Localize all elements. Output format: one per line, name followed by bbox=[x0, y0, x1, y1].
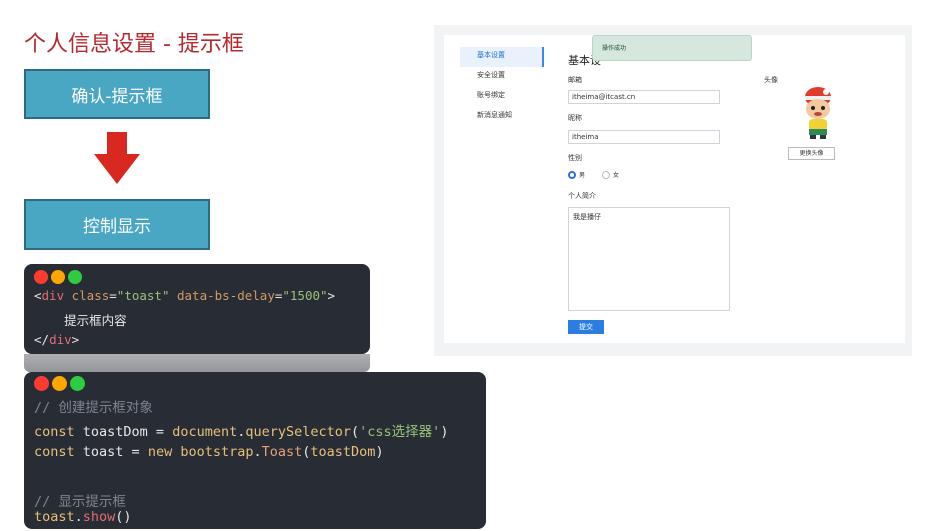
flow-step-confirm-toast-label: 确认-提示框 bbox=[71, 86, 163, 107]
code-token: toast bbox=[34, 509, 75, 525]
js-code-block: // 创建提示框对象 const toastDom = document.que… bbox=[24, 372, 486, 529]
code-comment: // 创建提示框对象 bbox=[34, 400, 153, 416]
nickname-field[interactable]: itheima bbox=[568, 130, 720, 144]
code-token: ) bbox=[440, 424, 449, 440]
close-dot-icon bbox=[34, 270, 48, 284]
slide-title: 个人信息设置 - 提示框 bbox=[24, 32, 244, 57]
code-token: data-bs-delay bbox=[169, 288, 275, 303]
nickname-label: 昵称 bbox=[568, 114, 582, 122]
code-token: Toast bbox=[261, 444, 303, 460]
code-token: . bbox=[74, 509, 83, 525]
code-line-1: <div class="toast" data-bs-delay="1500"> bbox=[34, 288, 335, 303]
code-token: class bbox=[64, 288, 110, 303]
code-token: > bbox=[71, 332, 80, 347]
settings-page-screenshot: 基本设置 安全设置 账号绑定 新消息通知 基本设 操作成功 邮箱 itheima… bbox=[434, 25, 912, 356]
code-token: const bbox=[34, 444, 75, 460]
maximize-dot-icon bbox=[68, 270, 82, 284]
gender-female-label: 女 bbox=[613, 172, 620, 179]
minimize-dot-icon bbox=[51, 270, 65, 284]
avatar-mascot-icon bbox=[805, 87, 831, 139]
maximize-dot-icon bbox=[70, 376, 85, 391]
code-token: ) bbox=[375, 444, 384, 460]
code-token: > bbox=[327, 288, 336, 303]
flow-step-confirm-toast: 确认-提示框 bbox=[24, 69, 210, 119]
code-token: document bbox=[172, 424, 238, 440]
code-comment: // 显示提示框 bbox=[34, 494, 126, 510]
code-line-create-dom: const toastDom = document.querySelector(… bbox=[34, 420, 448, 440]
settings-panel: 基本设置 安全设置 账号绑定 新消息通知 基本设 操作成功 邮箱 itheima… bbox=[444, 35, 905, 343]
flow-step-control-display: 控制显示 bbox=[24, 199, 210, 250]
window-controls bbox=[34, 376, 85, 391]
avatar-label: 头像 bbox=[764, 76, 778, 84]
down-arrow-icon bbox=[94, 132, 140, 184]
code-token: = bbox=[109, 288, 117, 303]
code-token: () bbox=[115, 509, 132, 525]
close-dot-icon bbox=[34, 376, 49, 391]
code-token: div bbox=[41, 288, 65, 303]
code-line-3: </div> bbox=[34, 332, 79, 347]
code-token: . bbox=[253, 444, 262, 460]
code-token: "toast" bbox=[116, 288, 170, 303]
flow-step-control-display-label: 控制显示 bbox=[83, 217, 151, 237]
email-label: 邮箱 bbox=[568, 76, 582, 84]
code-token: const bbox=[34, 424, 75, 440]
success-toast: 操作成功 bbox=[592, 35, 752, 61]
toast-message: 操作成功 bbox=[602, 45, 627, 52]
code-token: 'css选择器' bbox=[359, 424, 441, 440]
bio-label: 个人简介 bbox=[568, 192, 596, 200]
minimize-dot-icon bbox=[52, 376, 67, 391]
sidebar-item-account-binding[interactable]: 账号绑定 bbox=[460, 87, 544, 107]
code-token: ( bbox=[351, 424, 360, 440]
code-token: < bbox=[34, 288, 42, 303]
code-token: div bbox=[49, 332, 72, 347]
code-token: toast bbox=[74, 444, 124, 460]
settings-sidebar: 基本设置 安全设置 账号绑定 新消息通知 bbox=[460, 47, 544, 127]
code-token: "1500" bbox=[282, 288, 328, 303]
gender-male-label: 男 bbox=[579, 172, 586, 179]
html-code-block: <div class="toast" data-bs-delay="1500">… bbox=[24, 264, 370, 354]
bio-textarea[interactable]: 我是播仔 bbox=[568, 207, 730, 311]
sidebar-item-security-settings[interactable]: 安全设置 bbox=[460, 67, 544, 87]
change-avatar-button[interactable]: 更换头像 bbox=[788, 147, 835, 160]
gender-radio-group: 男 女 bbox=[568, 170, 619, 179]
gender-female-radio[interactable] bbox=[602, 170, 611, 179]
window-controls bbox=[34, 270, 82, 284]
code-line-create-toast: const toast = new bootstrap.Toast(toastD… bbox=[34, 444, 384, 460]
code-token: </ bbox=[34, 332, 50, 347]
code-line-2: 提示框内容 bbox=[34, 313, 127, 328]
sidebar-item-basic-settings[interactable]: 基本设置 bbox=[460, 47, 544, 67]
code-token: = bbox=[147, 424, 173, 440]
code-token: toastDom bbox=[310, 444, 376, 460]
code-token: show bbox=[82, 509, 116, 525]
code-token: toastDom bbox=[74, 424, 148, 440]
gender-male-radio[interactable] bbox=[568, 170, 576, 179]
code-token: bootstrap bbox=[172, 444, 254, 460]
sidebar-item-message-notify[interactable]: 新消息通知 bbox=[460, 107, 544, 127]
code-token: = bbox=[123, 444, 148, 460]
submit-button[interactable]: 提交 bbox=[568, 320, 604, 334]
code-token: new bbox=[147, 444, 173, 460]
gender-label: 性别 bbox=[568, 154, 582, 162]
email-field[interactable]: itheima@itcast.cn bbox=[568, 90, 720, 104]
code-token: querySelector bbox=[245, 424, 352, 440]
code-line-show: toast.show() bbox=[34, 509, 132, 525]
code-card-shadow bbox=[24, 354, 370, 372]
